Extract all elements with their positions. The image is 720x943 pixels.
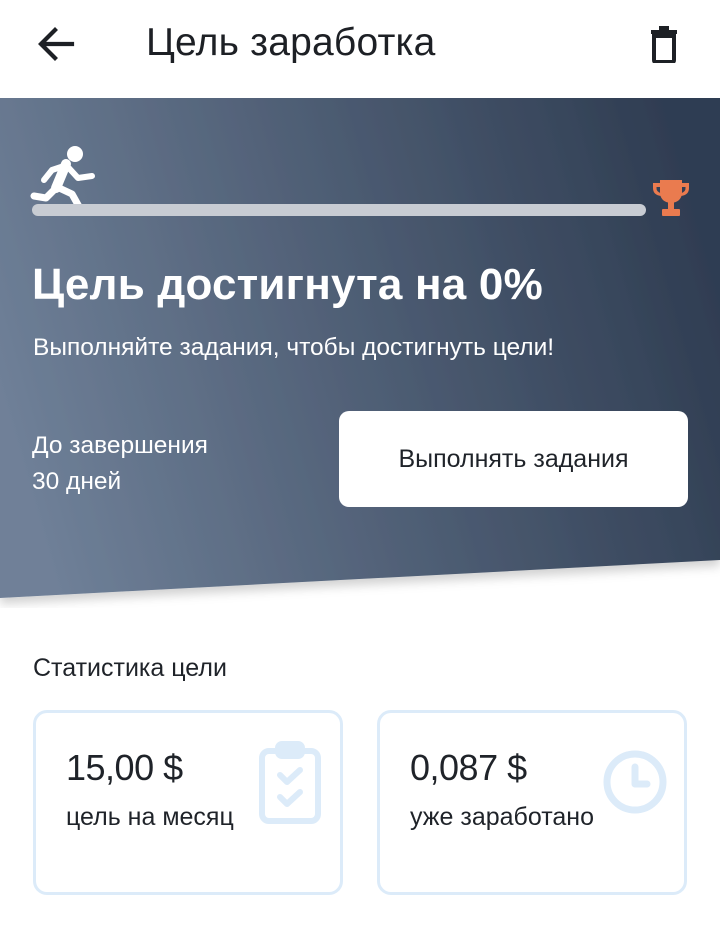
goal-progress-heading: Цель достигнута на 0% (32, 260, 543, 309)
stats-section-title: Статистика цели (33, 654, 227, 682)
arrow-left-icon (38, 27, 75, 61)
stat-card-monthly-goal: 15,00 $ цель на месяц (33, 710, 343, 895)
deadline-value: 30 дней (32, 468, 122, 495)
goal-progress-card: Цель достигнута на 0% Выполняйте задания… (0, 98, 720, 608)
top-bar: Цель заработка (0, 0, 720, 98)
monthly-goal-value: 15,00 $ (66, 747, 183, 788)
page-title: Цель заработка (146, 21, 436, 64)
monthly-goal-label: цель на месяц (66, 803, 234, 831)
delete-goal-button[interactable] (640, 22, 688, 66)
goal-progress-hint: Выполняйте задания, чтобы достигнуть цел… (33, 334, 555, 361)
goal-progress-bar (32, 204, 646, 216)
deadline-label: До завершения (32, 432, 208, 459)
earning-goal-screen: Цель заработка Цель достигнута на 0% Вып… (0, 0, 720, 943)
trophy-icon (653, 180, 689, 216)
clipboard-check-icon (259, 741, 321, 824)
clock-icon (603, 750, 667, 814)
trash-icon (651, 26, 677, 63)
earned-label: уже заработано (410, 803, 594, 831)
back-button[interactable] (30, 22, 82, 66)
do-tasks-button[interactable]: Выполнять задания (339, 411, 688, 507)
earned-value: 0,087 $ (410, 747, 527, 788)
stat-card-earned: 0,087 $ уже заработано (377, 710, 687, 895)
